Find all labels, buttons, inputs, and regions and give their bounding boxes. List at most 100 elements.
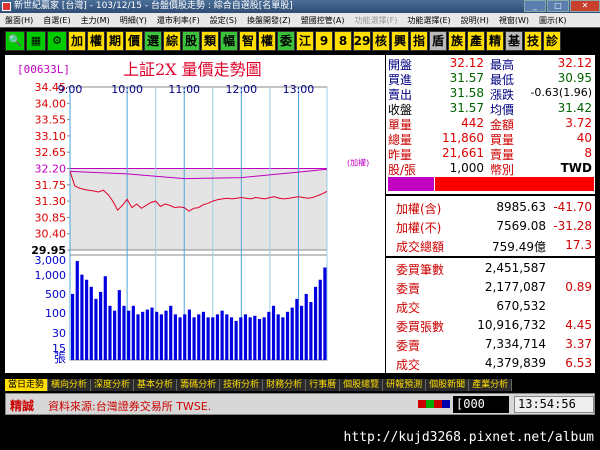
- menu-item[interactable]: 盤面(H): [0, 15, 38, 26]
- analysis-tab[interactable]: 個股新聞: [426, 378, 470, 391]
- toolbar-button[interactable]: 幅: [220, 30, 238, 51]
- menu-item[interactable]: 功能選擇(F): [349, 15, 402, 26]
- toolbar-button[interactable]: 期: [106, 30, 124, 51]
- toolbar-button[interactable]: 選: [144, 30, 162, 51]
- toolbar-button[interactable]: 權: [258, 30, 276, 51]
- analysis-tab[interactable]: 深度分析: [91, 378, 135, 391]
- toolbar-button[interactable]: 9: [315, 30, 333, 51]
- volume-bar: [234, 320, 238, 360]
- analysis-tab[interactable]: 研報預測: [383, 378, 427, 391]
- order-label: 委賣: [396, 282, 421, 296]
- toolbar-button[interactable]: 綜: [163, 30, 181, 51]
- menu-item[interactable]: 換盤開發(Z): [242, 15, 296, 26]
- volume-bar: [108, 305, 112, 360]
- high-value: 32.12: [557, 56, 592, 70]
- menu-item[interactable]: 主力(M): [76, 15, 115, 26]
- toolbar-button[interactable]: 精: [486, 30, 504, 51]
- volume-bar: [290, 307, 294, 360]
- index-change: 17.3: [565, 238, 592, 252]
- toolbar-button[interactable]: 核: [372, 30, 390, 51]
- search-icon[interactable]: 🔍: [5, 30, 25, 51]
- volume-bar: [150, 307, 154, 360]
- toolbar-button[interactable]: 盾: [429, 30, 447, 51]
- order-row: 委買張數 10,916,732 4.45: [386, 316, 596, 336]
- menu-item[interactable]: 還市利率(F): [152, 15, 205, 26]
- toolbar-button[interactable]: 權: [87, 30, 105, 51]
- price-tick-label: 32.20: [35, 163, 67, 176]
- watermark-url: http://kujd3268.pixnet.net/album: [343, 430, 594, 445]
- order-label: 委賣: [396, 339, 421, 353]
- analysis-tab[interactable]: 橫向分析: [48, 378, 92, 391]
- gear-icon[interactable]: ⚙: [47, 30, 67, 51]
- volume-bar: [262, 317, 266, 360]
- analysis-tab[interactable]: 技術分析: [220, 378, 264, 391]
- price-volume-chart: [00633L] 上証2X 量價走勢圖34.4534.0033.5533.1032…: [17, 60, 369, 365]
- analysis-tab[interactable]: 基本分析: [134, 378, 178, 391]
- time-tick-label: 11:00: [168, 83, 200, 96]
- toolbar-button[interactable]: 29: [353, 30, 371, 51]
- menu-item[interactable]: 功能選擇(E): [402, 15, 455, 26]
- analysis-tab[interactable]: 產業分析: [469, 378, 513, 391]
- volume-bar: [285, 311, 290, 360]
- volume-bar: [183, 314, 187, 360]
- toolbar-button[interactable]: 基: [505, 30, 523, 51]
- volume-bar: [257, 319, 262, 360]
- grid-icon[interactable]: ▦: [26, 30, 46, 51]
- volume-bar: [304, 293, 308, 360]
- stock-code-input[interactable]: [000: [453, 396, 509, 413]
- toolbar-button[interactable]: 興: [391, 30, 409, 51]
- order-row: 委買筆數 2,451,587: [386, 259, 596, 279]
- menu-item[interactable]: 盟國控管(A): [296, 15, 350, 26]
- index-change: -41.70: [553, 200, 592, 214]
- volume-bar: [323, 267, 327, 360]
- price-tick-label: 31.75: [35, 179, 67, 192]
- volume-tick-label: 500: [45, 288, 66, 301]
- menu-item[interactable]: 設定(S): [205, 15, 242, 26]
- maximize-button[interactable]: □: [547, 0, 569, 12]
- low-value: 30.95: [557, 71, 592, 85]
- volume-bar: [71, 293, 75, 360]
- toolbar-button[interactable]: 技: [524, 30, 542, 51]
- menu-item[interactable]: 說明(H): [456, 15, 494, 26]
- menu-item[interactable]: 明細(Y): [115, 15, 152, 26]
- analysis-tab[interactable]: 當日走勢: [5, 378, 49, 391]
- volume-bar: [89, 286, 93, 360]
- toolbar-button[interactable]: 類: [201, 30, 219, 51]
- time-tick-label: 10:00: [111, 83, 143, 96]
- toolbar-button[interactable]: 委: [277, 30, 295, 51]
- toolbar-button[interactable]: 江: [296, 30, 314, 51]
- close-button[interactable]: ✕: [570, 0, 600, 12]
- analysis-tab[interactable]: 行事曆: [306, 378, 341, 391]
- volume-tick-label: 1,000: [35, 269, 67, 282]
- analysis-tab[interactable]: 個股總覽: [340, 378, 384, 391]
- analysis-tab[interactable]: 財務分析: [263, 378, 307, 391]
- minimize-button[interactable]: _: [524, 0, 546, 12]
- order-value: 7,334,714: [484, 337, 546, 351]
- price-tick-label: 32.65: [35, 146, 67, 159]
- menu-item[interactable]: 視窗(W): [494, 15, 534, 26]
- toolbar-button[interactable]: 股: [182, 30, 200, 51]
- volume-bar: [206, 317, 210, 360]
- toolbar-button[interactable]: 指: [410, 30, 428, 51]
- volume-bar: [94, 298, 98, 360]
- toolbar-button[interactable]: 8: [334, 30, 352, 51]
- toolbar-button[interactable]: 智: [239, 30, 257, 51]
- volume-bar: [299, 305, 304, 360]
- share-value: 1,000: [449, 161, 484, 175]
- toolbar-button[interactable]: 加: [68, 30, 86, 51]
- menu-item[interactable]: 圖示(K): [534, 15, 572, 26]
- toolbar-button[interactable]: 診: [543, 30, 561, 51]
- amount-value: 3.72: [565, 116, 592, 130]
- volume-bar: [229, 317, 234, 360]
- menu-item[interactable]: 自選(E): [38, 15, 75, 26]
- order-value: 4,379,839: [484, 356, 546, 370]
- analysis-tab[interactable]: 籌碼分析: [177, 378, 221, 391]
- volume-bar: [215, 314, 220, 360]
- toolbar-button[interactable]: 價: [125, 30, 143, 51]
- toolbar-button[interactable]: 族: [448, 30, 466, 51]
- window-title-bar: 新世紀贏家 [台灣] - 103/12/15 - 台盤價股走勢 : 綜合自選股[…: [0, 0, 600, 13]
- toolbar-button[interactable]: 產: [467, 30, 485, 51]
- below-reference-shading: [70, 168, 327, 250]
- quote-panel: 開盤 32.12 最高 32.12 買進 31.57 最低 30.95 賣出 3…: [385, 55, 596, 373]
- volume-bar: [197, 314, 201, 360]
